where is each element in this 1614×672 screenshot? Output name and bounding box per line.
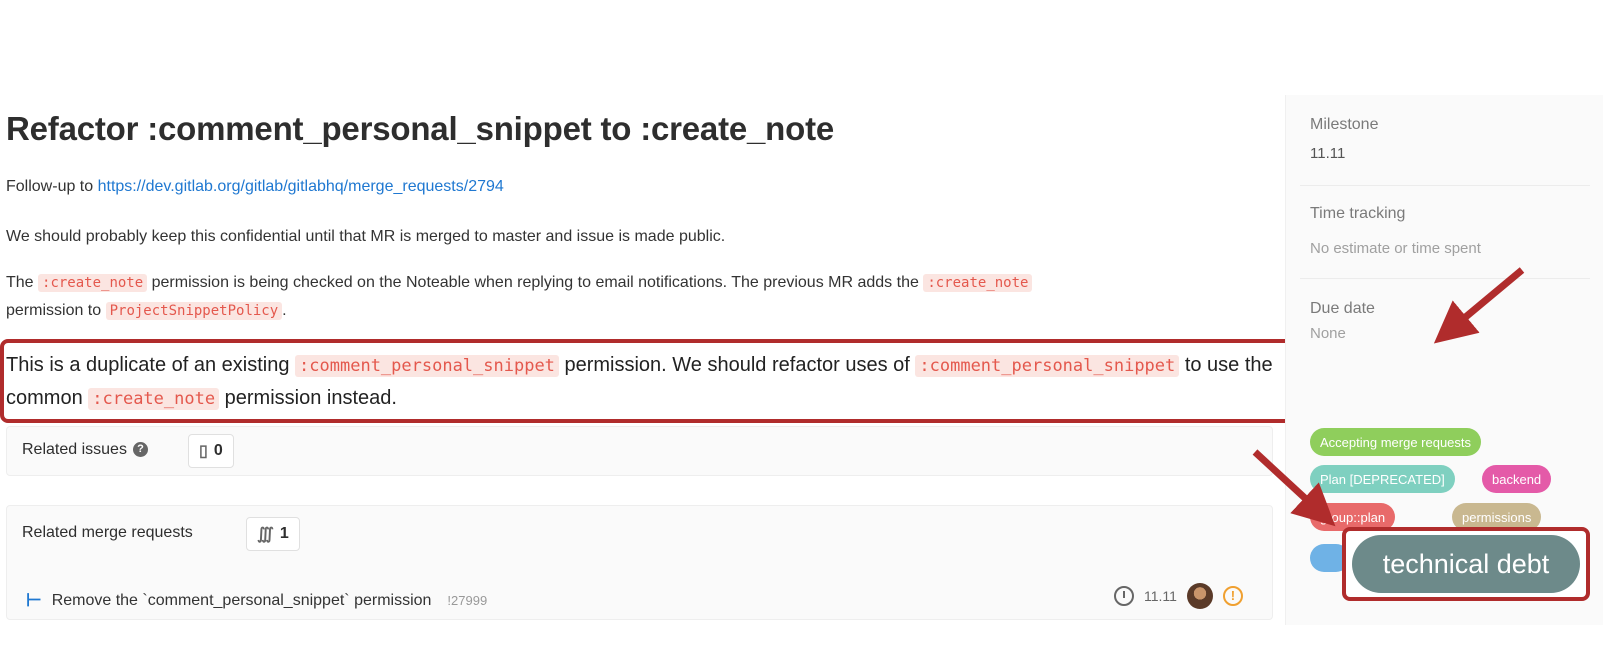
related-mr-ref: !27999 xyxy=(447,593,488,608)
related-issues-count: ▯ 0 xyxy=(188,434,234,468)
related-mr-item[interactable]: ⊢ Remove the `comment_personal_snippet` … xyxy=(26,590,487,611)
paragraph-text: to use the xyxy=(1179,354,1273,376)
inline-code: :comment_personal_snippet xyxy=(295,355,559,377)
due-date-label: Due date xyxy=(1310,300,1375,317)
related-mrs-count: ∭ 1 xyxy=(246,517,300,551)
inline-code: ProjectSnippetPolicy xyxy=(105,302,283,320)
merge-request-open-icon: ⊢ xyxy=(26,590,42,610)
permission-paragraph: The :create_note permission is being che… xyxy=(6,269,1033,297)
followup-link[interactable]: https://dev.gitlab.org/gitlab/gitlabhq/m… xyxy=(98,178,504,195)
highlighted-line-2: common :create_note permission instead. xyxy=(6,382,1273,415)
label-backend[interactable]: backend xyxy=(1482,465,1552,493)
merge-request-icon: ∭ xyxy=(257,526,274,543)
paragraph-text: permission. We should refactor uses of xyxy=(558,354,916,376)
milestone-label: Milestone xyxy=(1310,116,1379,133)
paragraph-text: common xyxy=(6,387,89,409)
related-mrs-label: Related merge requests xyxy=(22,524,193,541)
inline-code: :create_note xyxy=(38,274,148,292)
confidential-paragraph: We should probably keep this confidentia… xyxy=(6,228,726,245)
highlighted-paragraph: This is a duplicate of an existing :comm… xyxy=(6,349,1273,415)
due-date-value: None xyxy=(1310,325,1346,342)
inline-code: :create_note xyxy=(923,274,1033,292)
time-tracking-label: Time tracking xyxy=(1310,205,1406,222)
highlighted-line-1: This is a duplicate of an existing :comm… xyxy=(6,349,1273,382)
related-mr-title[interactable]: Remove the `comment_personal_snippet` pe… xyxy=(52,592,432,610)
question-icon[interactable]: ? xyxy=(132,442,148,458)
issue-icon: ▯ xyxy=(199,443,208,460)
inline-code: :comment_personal_snippet xyxy=(915,355,1180,377)
related-issues-label: Related issues xyxy=(22,441,127,458)
paragraph-text: permission instead. xyxy=(219,387,397,409)
paragraph-text: The xyxy=(6,274,39,291)
label-technical-debt[interactable]: technical debt xyxy=(1352,535,1580,593)
followup-prefix: Follow-up to xyxy=(6,178,98,195)
sidebar-divider xyxy=(1300,278,1590,279)
time-tracking-value: No estimate or time spent xyxy=(1310,240,1481,257)
inline-code: :create_note xyxy=(88,388,220,410)
related-issues-count-value: 0 xyxy=(213,442,223,459)
issue-title: Refactor :comment_personal_snippet to :c… xyxy=(6,110,835,147)
paragraph-text: permission is being checked on the Notea… xyxy=(147,274,924,291)
followup-paragraph: Follow-up to https://dev.gitlab.org/gitl… xyxy=(6,173,504,201)
paragraph-text: This is a duplicate of an existing xyxy=(6,354,296,376)
related-mrs-count-value: 1 xyxy=(279,525,289,542)
paragraph-text: permission to xyxy=(6,302,106,319)
avatar[interactable] xyxy=(1186,583,1213,609)
clock-icon xyxy=(1114,586,1134,606)
label-accepting-merge-requests[interactable]: Accepting merge requests xyxy=(1310,428,1482,456)
warning-icon: ! xyxy=(1222,586,1243,606)
related-issues-header: Related issues? xyxy=(22,441,148,459)
paragraph-text: . xyxy=(282,302,287,319)
label-plan-deprecated[interactable]: Plan [DEPRECATED] xyxy=(1310,465,1455,493)
related-mr-meta: 11.11 ! xyxy=(1114,583,1243,609)
permission-paragraph-line2: permission to ProjectSnippetPolicy. xyxy=(6,297,287,325)
related-mr-milestone: 11.11 xyxy=(1144,588,1177,604)
sidebar-divider xyxy=(1300,185,1590,186)
milestone-value[interactable]: 11.11 xyxy=(1310,145,1345,162)
